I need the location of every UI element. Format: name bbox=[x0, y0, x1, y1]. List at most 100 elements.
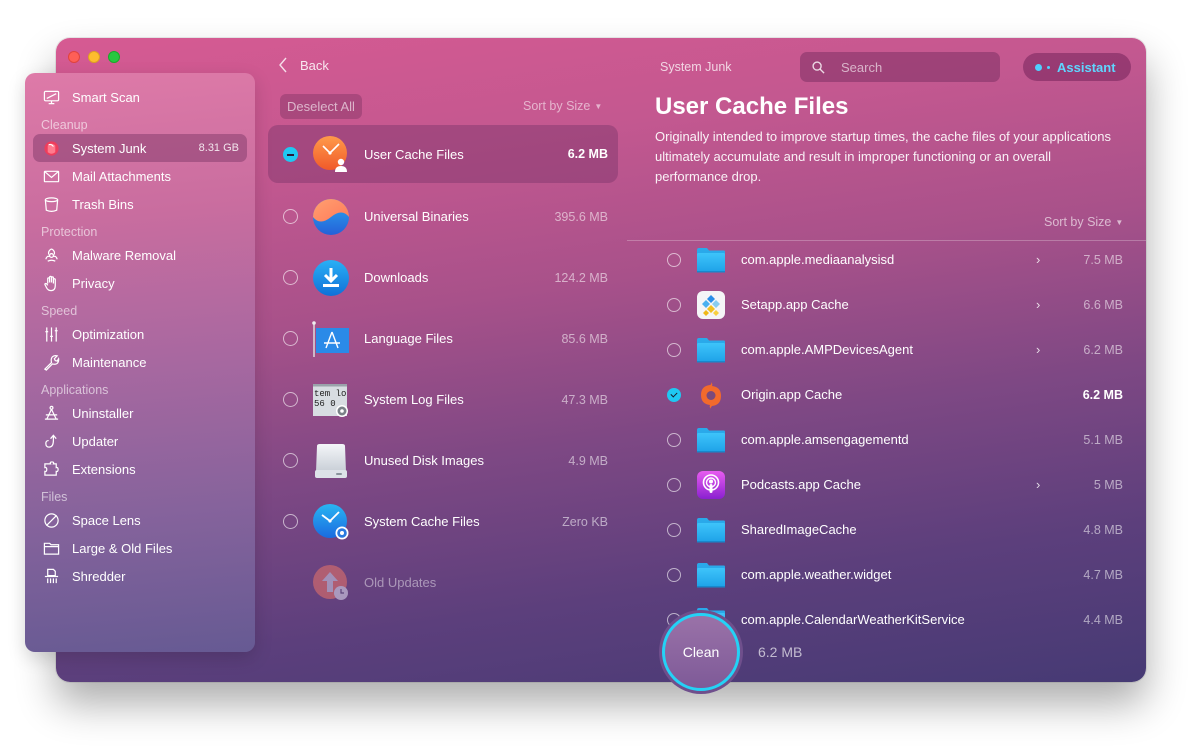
checkbox[interactable] bbox=[667, 342, 681, 357]
folder-icon bbox=[696, 425, 726, 455]
sidebar-item-trash-bins[interactable]: Trash Bins bbox=[33, 190, 247, 218]
chevron-left-icon bbox=[279, 57, 287, 73]
checkbox[interactable] bbox=[667, 477, 681, 492]
category-name: System Log Files bbox=[364, 392, 464, 407]
back-label: Back bbox=[300, 57, 329, 73]
assistant-button[interactable]: Assistant bbox=[1023, 53, 1131, 81]
category-row[interactable]: tem lo 56 0 System Log Files 47.3 MB bbox=[268, 369, 618, 430]
sidebar-section-speed: Speed bbox=[41, 304, 78, 318]
sidebar-item-shredder[interactable]: Shredder bbox=[33, 562, 247, 590]
folder-icon bbox=[696, 245, 726, 275]
system-junk-icon bbox=[42, 139, 60, 157]
category-size: 47.3 MB bbox=[561, 392, 608, 407]
file-row[interactable]: com.apple.AMPDevicesAgent › 6.2 MB bbox=[627, 327, 1146, 372]
disk-image-icon bbox=[312, 442, 350, 480]
sidebar-item-large-old-files[interactable]: Large & Old Files bbox=[33, 534, 247, 562]
sort-label: Sort by Size bbox=[523, 99, 591, 113]
sidebar-item-privacy[interactable]: Privacy bbox=[33, 269, 247, 297]
file-row[interactable]: SharedImageCache 4.8 MB bbox=[627, 507, 1146, 552]
sidebar-item-label: Malware Removal bbox=[72, 247, 177, 263]
file-row[interactable]: com.apple.mediaanalysisd › 7.5 MB bbox=[627, 237, 1146, 282]
checkbox[interactable] bbox=[283, 453, 298, 468]
sidebar-section-files: Files bbox=[41, 490, 68, 504]
hand-icon bbox=[42, 274, 60, 292]
close-window-button[interactable] bbox=[68, 51, 80, 63]
sidebar-item-mail-attachments[interactable]: Mail Attachments bbox=[33, 162, 247, 190]
file-name: Podcasts.app Cache bbox=[741, 477, 861, 492]
category-name: Language Files bbox=[364, 331, 453, 346]
sidebar-item-label: Trash Bins bbox=[72, 196, 134, 212]
checkbox[interactable] bbox=[667, 432, 681, 447]
checkbox[interactable] bbox=[283, 392, 298, 407]
assistant-small-dot-icon bbox=[1047, 65, 1050, 69]
file-row[interactable]: com.apple.amsengagementd 5.1 MB bbox=[627, 417, 1146, 462]
chevron-right-icon[interactable]: › bbox=[1036, 477, 1040, 492]
search-field[interactable] bbox=[800, 52, 1000, 82]
category-name: Unused Disk Images bbox=[364, 453, 484, 468]
clean-size: 6.2 MB bbox=[758, 644, 803, 660]
category-row[interactable]: User Cache Files 6.2 MB bbox=[268, 125, 618, 183]
sidebar-item-label: Updater bbox=[72, 433, 119, 449]
language-flag-icon bbox=[312, 320, 350, 358]
wrench-icon bbox=[42, 353, 60, 371]
file-row[interactable]: Setapp.app Cache › 6.6 MB bbox=[627, 282, 1146, 327]
page-title: User Cache Files bbox=[655, 93, 849, 120]
sidebar-item-optimization[interactable]: Optimization bbox=[33, 320, 247, 348]
category-size: Zero KB bbox=[562, 514, 608, 529]
chevron-right-icon[interactable]: › bbox=[1036, 342, 1040, 357]
checkbox[interactable] bbox=[283, 270, 298, 285]
sort-by-size-dropdown[interactable]: Sort by Size ▼ bbox=[523, 99, 602, 113]
file-row[interactable]: Podcasts.app Cache › 5 MB bbox=[627, 462, 1146, 507]
checkbox[interactable] bbox=[283, 331, 298, 346]
puzzle-icon bbox=[42, 460, 60, 478]
biohazard-icon bbox=[42, 246, 60, 264]
checkbox[interactable] bbox=[667, 297, 681, 312]
svg-text:tem lo: tem lo bbox=[314, 389, 346, 399]
shredder-icon bbox=[42, 567, 60, 585]
sidebar-item-maintenance[interactable]: Maintenance bbox=[33, 348, 247, 376]
deselect-all-button[interactable]: Deselect All bbox=[280, 94, 362, 119]
checkbox[interactable] bbox=[667, 252, 681, 267]
file-row[interactable]: com.apple.weather.widget 4.7 MB bbox=[627, 552, 1146, 597]
minimize-window-button[interactable] bbox=[88, 51, 100, 63]
search-input[interactable] bbox=[841, 59, 981, 75]
category-name: User Cache Files bbox=[364, 146, 464, 162]
category-row[interactable]: Old Updates bbox=[268, 552, 618, 613]
sidebar-item-label: Space Lens bbox=[72, 512, 141, 528]
sidebar-item-uninstaller[interactable]: Uninstaller bbox=[33, 399, 247, 427]
sidebar-item-space-lens[interactable]: Space Lens bbox=[33, 506, 247, 534]
partial-checkbox[interactable] bbox=[283, 146, 298, 162]
chevron-right-icon[interactable]: › bbox=[1036, 297, 1040, 312]
sidebar-item-system-junk[interactable]: System Junk 8.31 GB bbox=[33, 134, 247, 162]
chevron-right-icon[interactable]: › bbox=[1036, 252, 1040, 267]
checkbox[interactable] bbox=[283, 514, 298, 529]
sidebar-item-malware-removal[interactable]: Malware Removal bbox=[33, 241, 247, 269]
file-size: 7.5 MB bbox=[1083, 252, 1123, 267]
file-name: com.apple.mediaanalysisd bbox=[741, 252, 895, 267]
category-row[interactable]: System Cache Files Zero KB bbox=[268, 491, 618, 552]
file-row[interactable]: Origin.app Cache 6.2 MB bbox=[627, 372, 1146, 417]
podcasts-icon bbox=[696, 470, 726, 500]
sidebar-item-label: Smart Scan bbox=[72, 89, 140, 105]
sidebar-item-updater[interactable]: Updater bbox=[33, 427, 247, 455]
back-button[interactable]: Back bbox=[278, 57, 329, 73]
category-row[interactable]: Downloads 124.2 MB bbox=[268, 247, 618, 308]
sidebar-item-extensions[interactable]: Extensions bbox=[33, 455, 247, 483]
file-size: 4.4 MB bbox=[1083, 612, 1123, 627]
checkbox[interactable] bbox=[667, 567, 681, 582]
sidebar: Smart Scan Cleanup System Junk 8.31 GB Mail … bbox=[25, 73, 255, 652]
maximize-window-button[interactable] bbox=[108, 51, 120, 63]
checkbox[interactable] bbox=[283, 209, 298, 224]
checked-checkbox[interactable] bbox=[667, 387, 681, 402]
monitor-icon bbox=[42, 88, 60, 106]
category-row[interactable]: Unused Disk Images 4.9 MB bbox=[268, 430, 618, 491]
clean-button[interactable]: Clean bbox=[659, 610, 743, 694]
envelope-icon bbox=[42, 167, 60, 185]
file-size: 4.8 MB bbox=[1083, 522, 1123, 537]
category-row[interactable]: Language Files 85.6 MB bbox=[268, 308, 618, 369]
sort-files-dropdown[interactable]: Sort by Size ▼ bbox=[1044, 215, 1123, 229]
file-size: 6.6 MB bbox=[1083, 297, 1123, 312]
checkbox[interactable] bbox=[667, 522, 681, 537]
category-row[interactable]: Universal Binaries 395.6 MB bbox=[268, 186, 618, 247]
sidebar-item-smart-scan[interactable]: Smart Scan bbox=[33, 83, 247, 111]
